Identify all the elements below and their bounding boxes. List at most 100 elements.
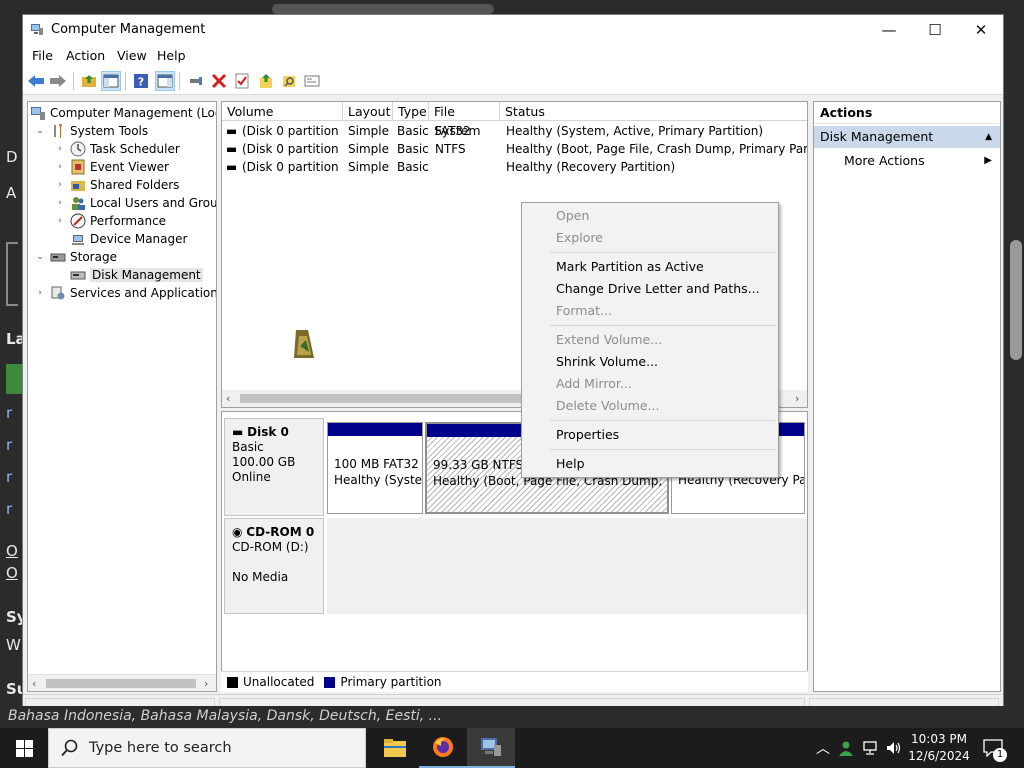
- more-actions[interactable]: More Actions ▶: [844, 150, 1000, 172]
- menu-help[interactable]: Help: [157, 48, 186, 63]
- forward-button[interactable]: [48, 71, 68, 91]
- menu-item-help[interactable]: Help: [556, 454, 585, 474]
- file-explorer-taskbar-button[interactable]: [371, 728, 419, 768]
- menu-item-open[interactable]: Open: [556, 206, 589, 226]
- chevron-down-icon[interactable]: ⌄: [34, 252, 46, 262]
- firefox-taskbar-button[interactable]: [419, 728, 467, 768]
- clock[interactable]: 10:03 PM 12/6/2024: [904, 731, 974, 765]
- delete-button[interactable]: [209, 71, 229, 91]
- properties-button[interactable]: [302, 71, 322, 91]
- column-header-type[interactable]: Type: [393, 102, 429, 121]
- column-header-volume[interactable]: Volume: [222, 102, 343, 121]
- disk-0-info[interactable]: ▬ Disk 0 Basic 100.00 GB Online: [224, 418, 324, 516]
- connect-button[interactable]: [186, 71, 206, 91]
- folder-search-icon: [283, 76, 295, 87]
- tree-node-performance[interactable]: › Performance: [54, 212, 166, 230]
- menu-action[interactable]: Action: [66, 48, 105, 63]
- tree-horizontal-scrollbar[interactable]: ‹ ›: [28, 674, 216, 691]
- scroll-right-icon[interactable]: ›: [795, 392, 799, 405]
- chevron-right-icon[interactable]: ›: [54, 162, 66, 172]
- bg-box: [6, 242, 18, 306]
- actions-group-label: Disk Management: [820, 129, 934, 144]
- scroll-thumb[interactable]: [46, 679, 196, 688]
- close-button[interactable]: ✕: [958, 15, 1004, 45]
- menu-item-properties[interactable]: Properties: [556, 425, 619, 445]
- show-hidden-icons-button[interactable]: ︿: [814, 728, 832, 768]
- network-tray-button[interactable]: [860, 728, 882, 768]
- menu-item-change-drive-letter[interactable]: Change Drive Letter and Paths...: [556, 279, 760, 299]
- show-hide-action-pane-button[interactable]: [155, 71, 175, 91]
- minimize-button[interactable]: —: [866, 15, 912, 45]
- open-folder-button[interactable]: [256, 71, 276, 91]
- help-button[interactable]: ?: [131, 71, 151, 91]
- menu-item-explore[interactable]: Explore: [556, 228, 603, 248]
- show-hide-console-tree-button[interactable]: [101, 71, 121, 91]
- user-tray-button[interactable]: [836, 728, 856, 768]
- bg-letter: W: [6, 636, 21, 654]
- column-header-status[interactable]: Status: [500, 102, 807, 121]
- cdrom-0-info[interactable]: ◉ CD-ROM 0 CD-ROM (D:) No Media: [224, 518, 324, 614]
- menu-item-extend-volume[interactable]: Extend Volume...: [556, 330, 662, 350]
- maximize-button[interactable]: ☐: [912, 15, 958, 45]
- tree-node-local-users[interactable]: › Local Users and Groups: [54, 194, 216, 212]
- column-header-file-system[interactable]: File System: [429, 102, 500, 138]
- notification-center-button[interactable]: 1: [980, 728, 1007, 768]
- taskbar-search-box[interactable]: Type here to search: [48, 728, 366, 768]
- cdrom-0-type: CD-ROM (D:): [232, 540, 309, 554]
- check-button[interactable]: [232, 71, 252, 91]
- volume-tray-button[interactable]: [884, 728, 904, 768]
- bg-scrollbar: [1010, 240, 1022, 360]
- scroll-left-icon[interactable]: ‹: [226, 392, 230, 405]
- partition-1[interactable]: 100 MB FAT32 Healthy (Systen: [327, 422, 423, 514]
- menu-item-delete-volume[interactable]: Delete Volume...: [556, 396, 659, 416]
- tree-node-event-viewer[interactable]: › Event Viewer: [54, 158, 169, 176]
- column-header-layout[interactable]: Layout: [343, 102, 393, 121]
- menu-item-mark-active[interactable]: Mark Partition as Active: [556, 257, 704, 277]
- tree-node-system-tools[interactable]: ⌄ System Tools: [34, 122, 148, 140]
- computer-management-icon: [30, 105, 46, 121]
- chevron-right-icon[interactable]: ›: [54, 216, 66, 226]
- tree-node-services-applications[interactable]: › Services and Applications: [34, 284, 216, 302]
- menu-view[interactable]: View: [117, 48, 147, 63]
- chevron-right-icon[interactable]: ›: [54, 180, 66, 190]
- menu-separator: [550, 325, 776, 326]
- users-icon: [70, 195, 86, 211]
- scroll-thumb[interactable]: [240, 394, 530, 403]
- scroll-left-icon[interactable]: ‹: [32, 677, 36, 690]
- tree-node-device-manager[interactable]: Device Manager: [70, 230, 187, 248]
- actions-group-disk-management[interactable]: Disk Management ▲: [814, 126, 1000, 148]
- cell-type: Basic: [397, 160, 429, 174]
- menu-item-add-mirror[interactable]: Add Mirror...: [556, 374, 632, 394]
- tree-node-storage[interactable]: ⌄ Storage: [34, 248, 117, 266]
- cdrom-0-area[interactable]: [327, 518, 807, 614]
- taskbar: Type here to search ︿ 10:03 PM 12/6/2024…: [0, 728, 1024, 768]
- unallocated-swatch: [227, 676, 238, 688]
- tree-node-shared-folders[interactable]: › Shared Folders: [54, 176, 179, 194]
- back-button[interactable]: [26, 71, 46, 91]
- partition-1-size: 100 MB FAT32: [334, 457, 419, 471]
- start-button[interactable]: [0, 728, 48, 768]
- maximize-icon: ☐: [928, 21, 942, 39]
- chevron-right-icon[interactable]: ›: [54, 198, 66, 208]
- search-folder-button[interactable]: [279, 71, 299, 91]
- chevron-right-icon[interactable]: ›: [34, 288, 46, 298]
- tree-node-disk-management[interactable]: Disk Management: [70, 266, 203, 284]
- menu-item-shrink-volume[interactable]: Shrink Volume...: [556, 352, 658, 372]
- collapse-up-icon[interactable]: ▲: [985, 126, 992, 148]
- chevron-down-icon[interactable]: ⌄: [34, 126, 46, 136]
- disk-0-title: ▬ Disk 0: [232, 425, 289, 439]
- tree-node-root[interactable]: Computer Management (Local: [30, 104, 216, 122]
- window-title: Computer Management: [51, 22, 206, 37]
- close-icon: ✕: [974, 21, 988, 39]
- tree-node-task-scheduler[interactable]: › Task Scheduler: [54, 140, 180, 158]
- up-folder-button[interactable]: [79, 71, 99, 91]
- menu-file[interactable]: File: [32, 48, 53, 63]
- chevron-right-icon[interactable]: ›: [54, 144, 66, 154]
- legend-primary: Primary partition: [340, 675, 442, 689]
- network-icon: [863, 741, 877, 755]
- properties-icon: [304, 75, 320, 87]
- menu-item-format[interactable]: Format...: [556, 301, 612, 321]
- scroll-right-icon[interactable]: ›: [204, 677, 208, 690]
- computer-management-taskbar-button[interactable]: [467, 728, 515, 768]
- svg-text:?: ?: [138, 76, 144, 89]
